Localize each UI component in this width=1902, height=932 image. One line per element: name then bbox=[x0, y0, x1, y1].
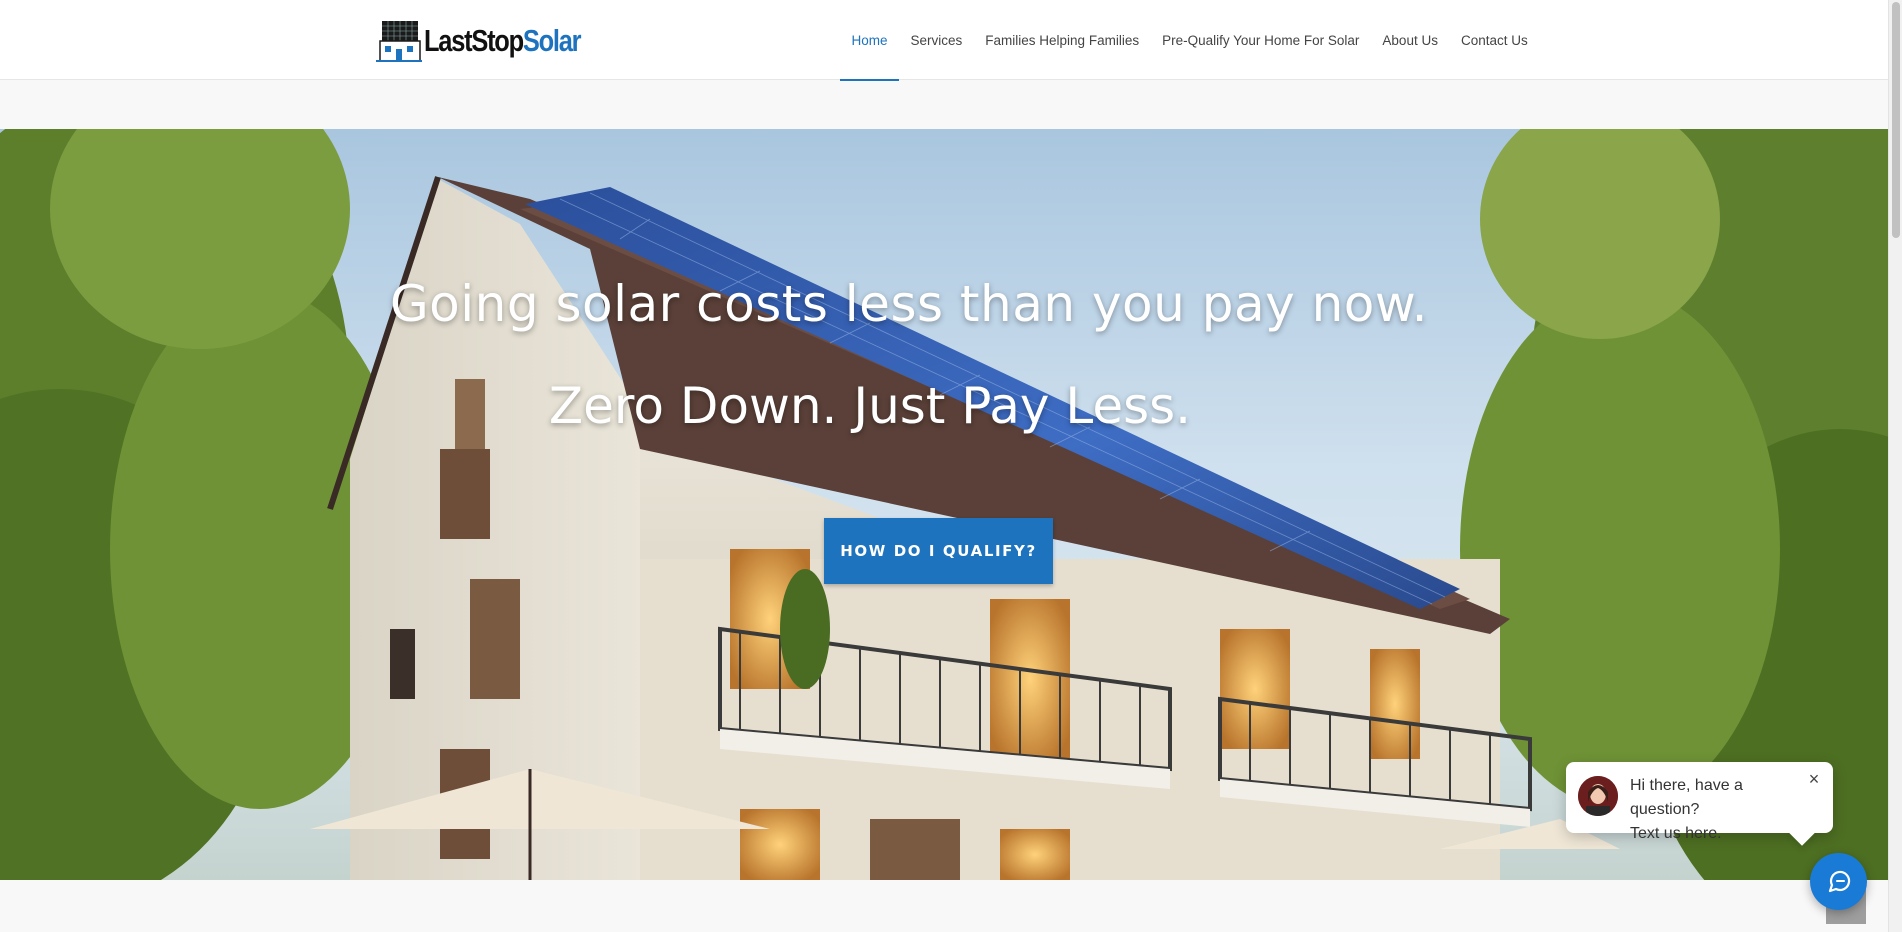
nav-item-about-us[interactable]: About Us bbox=[1371, 0, 1450, 80]
chat-launcher-button[interactable] bbox=[1810, 853, 1867, 910]
chat-message: Hi there, have a question? Text us here. bbox=[1630, 774, 1810, 846]
nav-item-home[interactable]: Home bbox=[840, 0, 900, 81]
hero-subheadline: Zero Down. Just Pay Less. bbox=[548, 377, 1192, 435]
logo-wordmark: LastStopSolar bbox=[424, 23, 582, 59]
hero-headline: Going solar costs less than you pay now. bbox=[389, 275, 1429, 333]
logo-text-laststop: LastStop bbox=[424, 23, 524, 58]
agent-avatar bbox=[1578, 776, 1618, 816]
main-nav: Home Services Families Helping Families … bbox=[840, 0, 1539, 81]
nav-item-families-helping-families[interactable]: Families Helping Families bbox=[974, 0, 1151, 80]
chat-icon bbox=[1828, 870, 1850, 892]
scrollbar-thumb[interactable] bbox=[1892, 2, 1900, 238]
chat-prompt-bubble[interactable]: Hi there, have a question? Text us here.… bbox=[1566, 762, 1833, 842]
nav-item-services[interactable]: Services bbox=[899, 0, 974, 80]
how-do-i-qualify-button[interactable]: HOW DO I QUALIFY? bbox=[824, 518, 1053, 584]
site-header: LastStopSolar Home Services Families Hel… bbox=[0, 0, 1888, 81]
site-logo[interactable]: LastStopSolar bbox=[376, 18, 615, 64]
agent-avatar-icon bbox=[1578, 776, 1618, 816]
nav-item-contact-us[interactable]: Contact Us bbox=[1449, 0, 1539, 80]
close-icon[interactable]: × bbox=[1805, 770, 1823, 788]
page-scrollbar[interactable] bbox=[1888, 0, 1902, 932]
chat-message-line1: Hi there, have a question? bbox=[1630, 777, 1743, 818]
logo-text-solar: Solar bbox=[522, 23, 582, 58]
solar-house-logo-icon bbox=[376, 21, 422, 62]
chat-message-line2: Text us here. bbox=[1630, 825, 1722, 842]
nav-item-pre-qualify[interactable]: Pre-Qualify Your Home For Solar bbox=[1151, 0, 1371, 80]
